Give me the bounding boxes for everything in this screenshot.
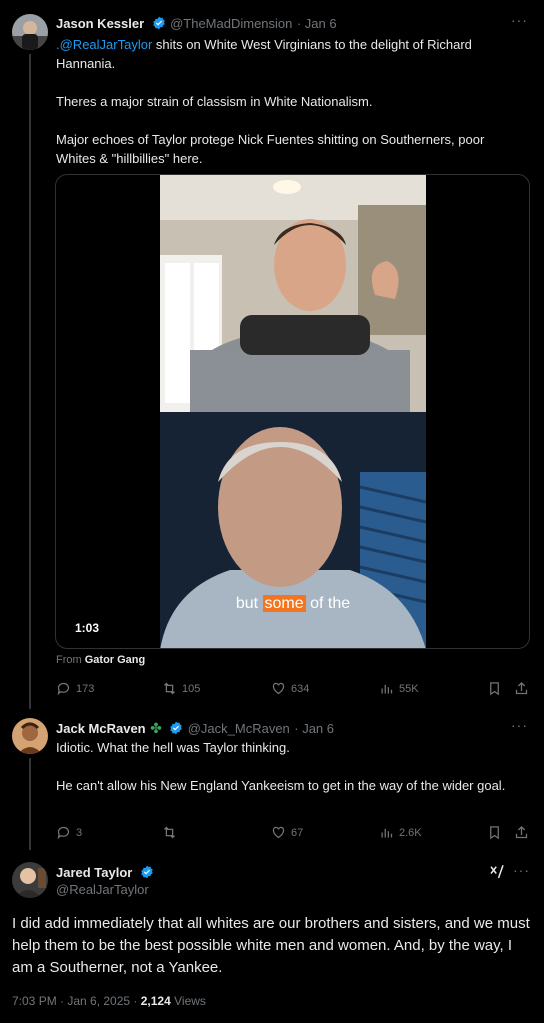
author-handle[interactable]: @RealJarTaylor (56, 882, 149, 897)
video-source: From Gator Gang (56, 654, 146, 666)
like-button[interactable]: 634 (271, 681, 309, 696)
video-frame-bottom (160, 412, 427, 648)
repost-button[interactable] (162, 825, 182, 840)
author-handle[interactable]: @Jack_McRaven (188, 721, 290, 736)
views-button[interactable]: 55K (379, 681, 419, 696)
timestamp-link[interactable]: 7:03 PM · Jan 6, 2025 · (12, 994, 141, 1008)
video-source-link[interactable]: Gator Gang (85, 654, 146, 666)
more-options-icon[interactable]: ··· (511, 717, 528, 733)
views-chart-icon (381, 828, 393, 838)
tweet-date[interactable]: · Jan 6 (297, 16, 337, 31)
reply-icon (57, 826, 70, 839)
video-duration: 1:03 (75, 621, 100, 635)
grok-icon[interactable] (488, 863, 506, 886)
repost-icon (164, 682, 175, 695)
shamrock-icon: ✤ (150, 720, 162, 736)
verified-badge-icon (141, 865, 153, 879)
author-name[interactable]: Jason Kessler (56, 16, 144, 31)
tweet-text: .@RealJarTaylor shits on White West Virg… (56, 37, 485, 166)
reply-icon (57, 682, 70, 695)
tweet-timestamp: 7:03 PM · Jan 6, 2025 · 2,124 Views (12, 994, 206, 1008)
author-name[interactable]: Jared Taylor (56, 865, 132, 880)
more-options-icon[interactable]: ··· (511, 12, 528, 28)
author-name[interactable]: Jack McRaven (56, 721, 146, 736)
video-caption: but some of the (235, 595, 351, 612)
avatar[interactable] (12, 718, 48, 754)
verified-badge-icon (152, 16, 165, 30)
share-icon[interactable] (514, 681, 529, 701)
author-handle[interactable]: @TheMadDimension (170, 16, 292, 31)
mention-link[interactable]: .@RealJarTaylor (56, 37, 152, 52)
like-button[interactable]: 67 (271, 825, 303, 840)
tweet-date[interactable]: · Jan 6 (294, 721, 334, 736)
bookmark-icon[interactable] (487, 825, 502, 845)
video-player[interactable]: but some of the 1:03 (55, 174, 530, 649)
views-button[interactable]: 2.6K (379, 825, 422, 840)
bookmark-icon[interactable] (487, 681, 502, 701)
repost-icon (164, 826, 175, 839)
repost-button[interactable]: 105 (162, 681, 200, 696)
avatar[interactable] (12, 14, 48, 50)
more-options-icon[interactable]: ··· (513, 862, 530, 878)
verified-badge-icon (170, 721, 183, 735)
video-frame-top (160, 175, 426, 430)
share-icon[interactable] (514, 825, 529, 845)
tweet-text: I did add immediately that all whites ar… (12, 915, 530, 976)
reply-button[interactable]: 3 (56, 825, 82, 840)
heart-icon (272, 826, 285, 839)
views-count: 2,124 (140, 994, 171, 1008)
heart-icon (272, 682, 285, 695)
reply-button[interactable]: 173 (56, 681, 94, 696)
views-chart-icon (381, 684, 393, 694)
avatar[interactable] (12, 862, 48, 898)
tweet-text: Idiotic. What the hell was Taylor thinki… (56, 740, 506, 793)
